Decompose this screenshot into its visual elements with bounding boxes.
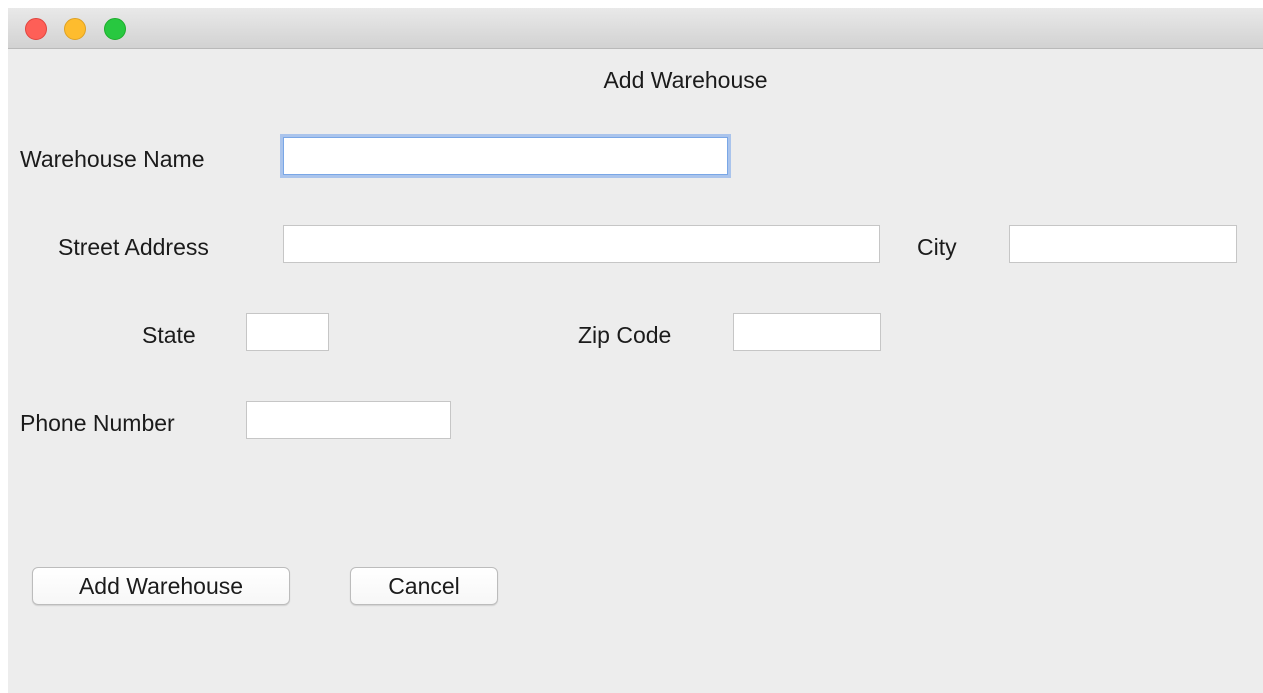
title-bar [8,8,1263,49]
zoom-window-icon[interactable] [104,18,126,40]
phone-number-label: Phone Number [20,410,175,436]
state-label: State [142,322,196,348]
phone-number-input[interactable] [246,401,451,439]
minimize-window-icon[interactable] [64,18,86,40]
zip-code-label: Zip Code [578,322,672,348]
zip-code-input[interactable] [733,313,881,351]
warehouse-name-input[interactable] [283,137,728,175]
close-window-icon[interactable] [25,18,47,40]
city-input[interactable] [1009,225,1237,263]
state-input[interactable] [246,313,329,351]
street-address-input[interactable] [283,225,880,263]
cancel-button[interactable]: Cancel [350,567,498,605]
add-warehouse-button[interactable]: Add Warehouse [32,567,290,605]
warehouse-name-label: Warehouse Name [20,146,205,172]
dialog-title: Add Warehouse [603,67,768,93]
city-label: City [917,234,957,260]
street-address-label: Street Address [58,234,209,260]
add-warehouse-window: Add Warehouse Warehouse Name Street Addr… [8,8,1263,693]
